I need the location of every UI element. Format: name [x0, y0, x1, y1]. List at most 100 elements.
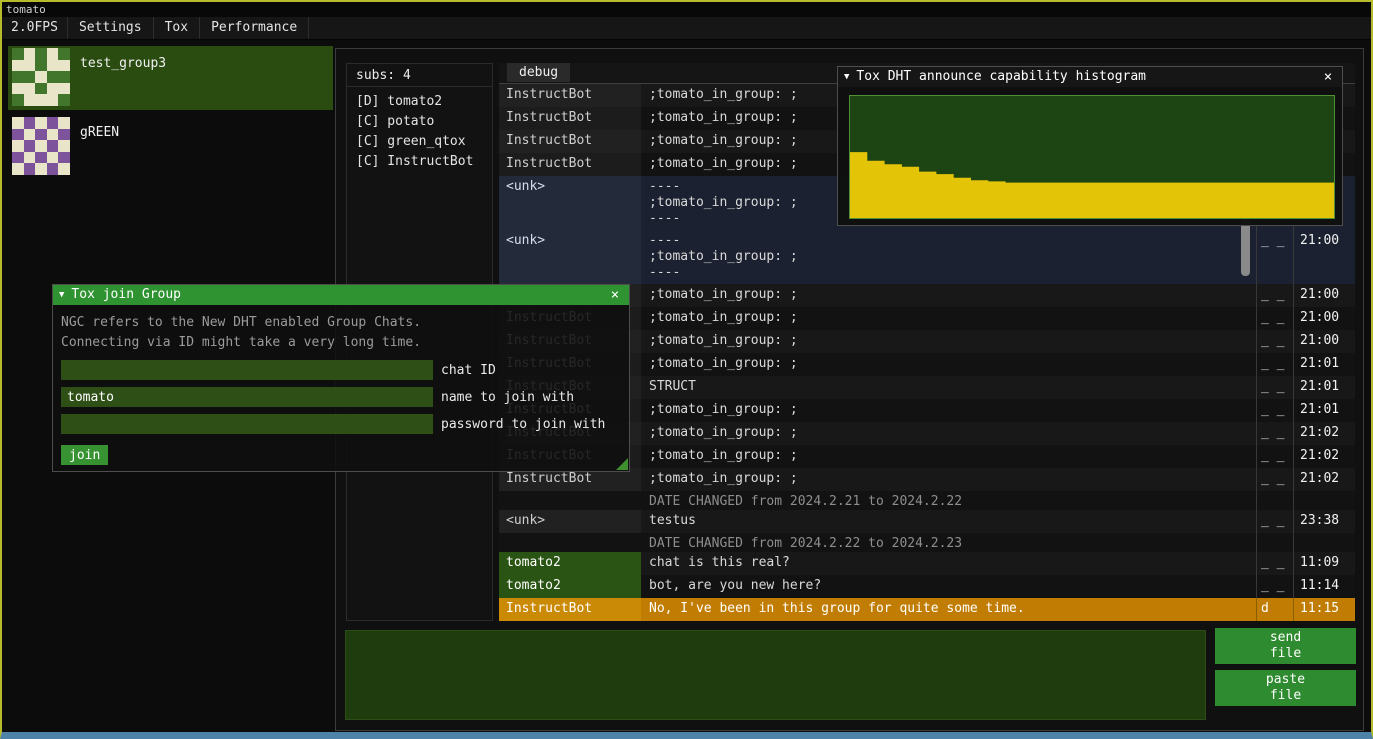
group-roster: test_group3 gREEN: [8, 46, 333, 184]
histogram-window-title: Tox DHT announce capability histogram: [856, 67, 1320, 87]
chat-sender: InstructBot: [499, 153, 641, 176]
chat-delivery-flags: _ _: [1256, 422, 1293, 445]
chat-row: tomato2 chat is this real? _ _ 11:09: [499, 552, 1355, 575]
join-info-text: Connecting via ID might take a very long…: [61, 333, 621, 353]
group-avatar-identicon: [12, 48, 70, 106]
chat-timestamp: 11:09: [1293, 552, 1355, 575]
chat-delivery-flags: _ _: [1256, 399, 1293, 422]
chat-message-text: No, I've been in this group for quite so…: [641, 598, 1256, 621]
chat-message-text: STRUCT: [641, 376, 1256, 399]
chat-message-text: bot, are you new here?: [641, 575, 1256, 598]
menu-item[interactable]: Tox: [154, 17, 200, 39]
chat-sender: [499, 533, 641, 552]
chat-row: <unk> ---- ;tomato_in_group: ; ---- _ _ …: [499, 230, 1355, 284]
join-field-input[interactable]: [61, 360, 433, 380]
chat-delivery-flags: _ _: [1256, 307, 1293, 330]
chat-sender: InstructBot: [499, 130, 641, 153]
join-info-text: NGC refers to the New DHT enabled Group …: [61, 313, 621, 333]
chat-row: InstructBot No, I've been in this group …: [499, 598, 1355, 621]
chat-timestamp: 21:00: [1293, 284, 1355, 307]
chat-message-text: testus: [641, 510, 1256, 533]
join-info-lines: NGC refers to the New DHT enabled Group …: [61, 313, 621, 353]
chat-row: tomato2 bot, are you new here? _ _ 11:14: [499, 575, 1355, 598]
menu-item[interactable]: Settings: [68, 17, 154, 39]
chat-row: DATE CHANGED from 2024.2.22 to 2024.2.23: [499, 533, 1355, 552]
histogram-plot-svg: [850, 96, 1334, 218]
chat-sender: tomato2: [499, 552, 641, 575]
chat-sender: <unk>: [499, 230, 641, 284]
histogram-window-titlebar[interactable]: ▼ Tox DHT announce capability histogram …: [838, 67, 1342, 87]
chat-sender: tomato2: [499, 575, 641, 598]
chat-delivery-flags: _ _: [1256, 284, 1293, 307]
collapse-arrow-icon[interactable]: ▼: [844, 67, 849, 87]
close-icon[interactable]: ×: [1320, 67, 1336, 87]
join-group-window: ▼ Tox join Group × NGC refers to the New…: [52, 284, 630, 472]
chat-delivery-flags: _ _: [1256, 230, 1293, 284]
member-list-item[interactable]: [C] green_qtox: [356, 132, 483, 152]
histogram-window: ▼ Tox DHT announce capability histogram …: [837, 66, 1343, 226]
chat-message-text: ;tomato_in_group: ;: [641, 307, 1256, 330]
close-icon[interactable]: ×: [607, 285, 623, 305]
join-field-label: name to join with: [441, 390, 574, 405]
group-name: gREEN: [80, 117, 119, 177]
chat-timestamp: 23:38: [1293, 510, 1355, 533]
chat-message-text: chat is this real?: [641, 552, 1256, 575]
group-avatar-identicon: [12, 117, 70, 175]
chat-delivery-flags: _ _: [1256, 353, 1293, 376]
chat-delivery-flags: [1256, 491, 1293, 510]
chat-timestamp: 21:01: [1293, 399, 1355, 422]
message-input[interactable]: [345, 630, 1206, 720]
chat-timestamp: 11:14: [1293, 575, 1355, 598]
chat-message-text: ;tomato_in_group: ;: [641, 353, 1256, 376]
chat-sender: <unk>: [499, 510, 641, 533]
join-window-titlebar[interactable]: ▼ Tox join Group ×: [53, 285, 629, 305]
member-list-item[interactable]: [D] tomato2: [356, 92, 483, 112]
member-list: [D] tomato2[C] potato[C] green_qtox[C] I…: [347, 86, 492, 177]
join-field-row: password to join with: [61, 414, 621, 434]
join-field-row: name to join with: [61, 387, 621, 407]
chat-message-text: ;tomato_in_group: ;: [641, 330, 1256, 353]
join-fields: chat ID name to join with password to jo…: [61, 360, 621, 434]
chat-sender: InstructBot: [499, 107, 641, 130]
window-title: tomato: [2, 2, 1371, 17]
member-list-item[interactable]: [C] potato: [356, 112, 483, 132]
chat-delivery-flags: _ _: [1256, 376, 1293, 399]
chat-message-text: DATE CHANGED from 2024.2.22 to 2024.2.23: [641, 533, 1256, 552]
join-field-input[interactable]: [61, 414, 433, 434]
group-list-item[interactable]: test_group3: [8, 46, 333, 110]
chat-delivery-flags: _ _: [1256, 468, 1293, 491]
chat-timestamp: 21:02: [1293, 445, 1355, 468]
join-button[interactable]: join: [61, 445, 108, 465]
join-window-title: Tox join Group: [71, 285, 607, 305]
collapse-arrow-icon[interactable]: ▼: [59, 285, 64, 305]
chat-row: <unk> testus _ _ 23:38: [499, 510, 1355, 533]
join-field-label: password to join with: [441, 417, 605, 432]
histogram-plot: [849, 95, 1335, 219]
chat-message-text: ;tomato_in_group: ;: [641, 445, 1256, 468]
join-window-body: NGC refers to the New DHT enabled Group …: [53, 305, 629, 473]
subs-count-label: subs: 4: [347, 64, 492, 86]
group-name: test_group3: [80, 48, 166, 108]
member-list-item[interactable]: [C] InstructBot: [356, 152, 483, 172]
join-field-input[interactable]: [61, 387, 433, 407]
menu-items: SettingsToxPerformance: [68, 17, 309, 39]
chat-delivery-flags: _ _: [1256, 330, 1293, 353]
chat-delivery-flags: _ _: [1256, 445, 1293, 468]
menu-bar: 2.0FPS SettingsToxPerformance: [2, 17, 1371, 40]
menu-item[interactable]: Performance: [200, 17, 309, 39]
chat-timestamp: [1293, 491, 1355, 510]
tab-debug[interactable]: debug: [507, 63, 570, 82]
chat-timestamp: 11:15: [1293, 598, 1355, 621]
chat-timestamp: 21:00: [1293, 330, 1355, 353]
chat-message-text: ;tomato_in_group: ;: [641, 284, 1256, 307]
group-list-item[interactable]: gREEN: [8, 115, 333, 179]
chat-timestamp: 21:00: [1293, 230, 1355, 284]
resize-grip[interactable]: [616, 458, 628, 470]
chat-message-text: ---- ;tomato_in_group: ; ----: [641, 230, 1256, 284]
paste-file-button[interactable]: paste file: [1215, 670, 1356, 706]
chat-delivery-flags: _ _: [1256, 510, 1293, 533]
chat-timestamp: 21:00: [1293, 307, 1355, 330]
app-window: tomato 2.0FPS SettingsToxPerformance tes…: [0, 0, 1373, 739]
chat-message-text: ;tomato_in_group: ;: [641, 399, 1256, 422]
send-file-button[interactable]: send file: [1215, 628, 1356, 664]
